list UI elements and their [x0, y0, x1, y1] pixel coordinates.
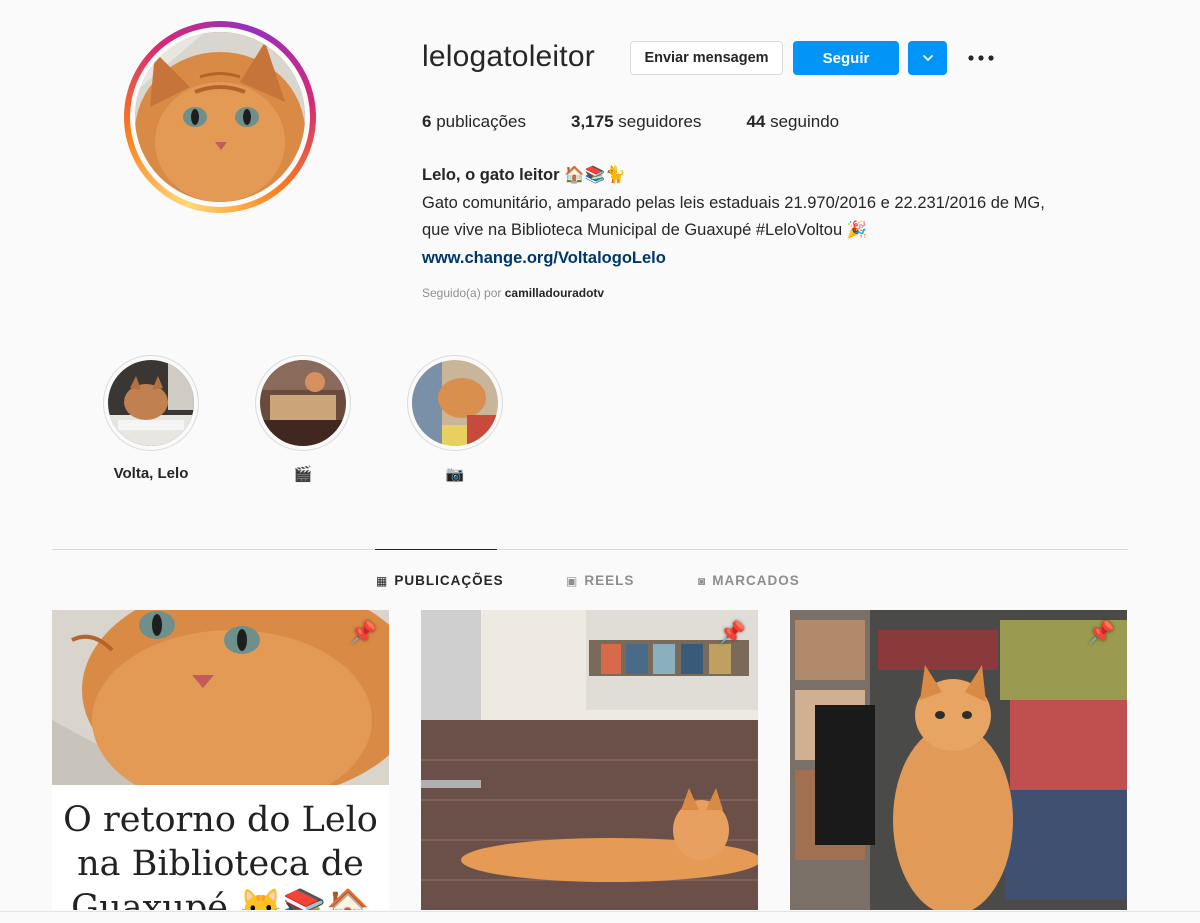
send-message-button[interactable]: Enviar mensagem: [630, 41, 783, 75]
caption-line: na Biblioteca de: [77, 844, 364, 884]
tab-publicacoes[interactable]: ▦ PUBLICAÇÕES: [376, 573, 504, 588]
following-count[interactable]: 44 seguindo: [746, 112, 839, 132]
posts-count: 6 publicações: [422, 112, 526, 132]
more-options-button[interactable]: [966, 44, 996, 72]
tab-marcados[interactable]: ◙ MARCADOS: [698, 573, 800, 588]
tab-label: REELS: [584, 573, 635, 588]
post-3[interactable]: 📌: [790, 610, 1127, 910]
post-1[interactable]: 📌 O retorno do Lelo na Biblioteca de Gua…: [52, 610, 389, 910]
pinned-icon: 📌: [718, 620, 746, 645]
pinned-icon: 📌: [349, 620, 377, 645]
profile-bio: Lelo, o gato leitor 🏠📚🐈 Gato comunitário…: [422, 162, 1122, 272]
followed-by-prefix: Seguido(a) por: [422, 286, 502, 300]
profile-display-name: Lelo, o gato leitor 🏠📚🐈: [422, 166, 626, 184]
grid-icon: ▦: [376, 573, 389, 588]
followers-count-value: 3,175: [570, 112, 614, 131]
bottom-edge: [0, 911, 1200, 923]
follow-button[interactable]: Seguir: [793, 41, 899, 75]
bio-line-1: Gato comunitário, amparado pelas leis es…: [422, 193, 1045, 212]
active-tab-indicator: [375, 549, 497, 550]
chevron-down-icon: [922, 55, 933, 62]
tab-label: PUBLICAÇÕES: [394, 573, 504, 588]
profile-stats: 6 publicações 3,175 seguidores 44 seguin…: [422, 112, 884, 132]
post-1-caption-text: O retorno do Lelo na Biblioteca de Guaxu…: [52, 798, 389, 910]
suggested-accounts-dropdown-button[interactable]: [908, 41, 947, 75]
highlight-cover: [412, 360, 498, 446]
posts-count-label: publicações: [436, 112, 526, 131]
bio-link[interactable]: www.change.org/VoltalogoLelo: [422, 245, 1122, 273]
tagged-icon: ◙: [698, 573, 707, 588]
story-highlight-volta-lelo[interactable]: Volta, Lelo: [101, 355, 201, 482]
story-highlight-videos[interactable]: 🎬: [253, 355, 353, 483]
caption-line: O retorno do Lelo: [63, 800, 378, 840]
reels-icon: ▣: [566, 573, 579, 588]
tabs-divider: [52, 549, 1128, 550]
story-highlight-photos[interactable]: 📷: [405, 355, 505, 483]
followed-by-user[interactable]: camilladouradotv: [505, 286, 604, 300]
profile-avatar[interactable]: [124, 21, 316, 213]
followers-count-label: seguidores: [618, 112, 702, 131]
cat-photo-avatar: [135, 32, 305, 202]
ellipsis-icon: [968, 55, 994, 61]
followed-by[interactable]: Seguido(a) por camilladouradotv: [422, 286, 604, 300]
post-2-image: [421, 610, 758, 910]
tab-label: MARCADOS: [712, 573, 800, 588]
post-1-image: [52, 610, 389, 785]
posts-count-value: 6: [422, 112, 432, 131]
highlight-label: 📷: [445, 466, 465, 483]
highlight-cover: [260, 360, 346, 446]
highlight-cover: [108, 360, 194, 446]
pinned-icon: 📌: [1087, 620, 1115, 645]
bio-line-2: que vive na Biblioteca Municipal de Guax…: [422, 221, 868, 239]
followers-count[interactable]: 3,175 seguidores: [571, 112, 701, 132]
post-2[interactable]: 📌: [421, 610, 758, 910]
highlight-label: 🎬: [293, 466, 313, 483]
post-3-image: [790, 610, 1127, 910]
avatar-image: [135, 32, 305, 202]
caption-line: Guaxupé 🐱📚🏠: [71, 888, 370, 910]
following-count-value: 44: [746, 112, 766, 131]
tab-reels[interactable]: ▣ REELS: [566, 573, 634, 588]
profile-username: lelogatoleitor: [422, 40, 595, 73]
highlight-label: Volta, Lelo: [113, 465, 189, 482]
following-count-label: seguindo: [770, 112, 840, 131]
